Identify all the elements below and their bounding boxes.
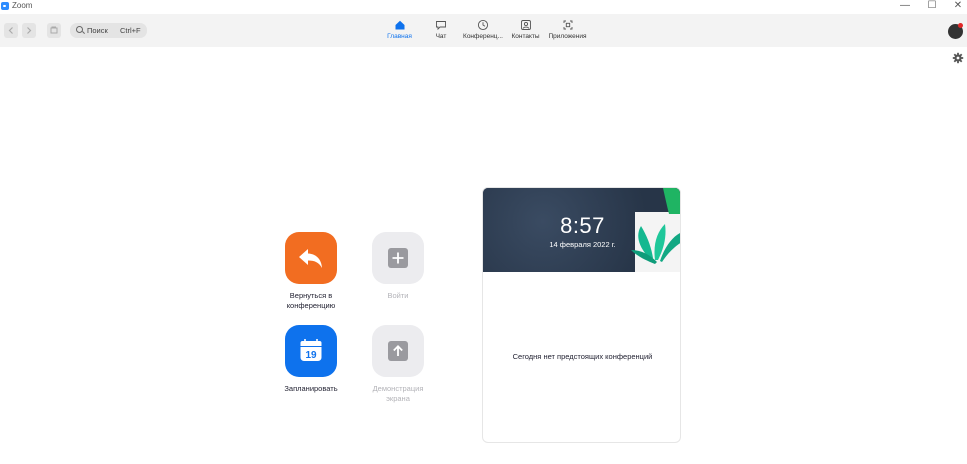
window-title: Zoom [12, 1, 33, 10]
join-button[interactable]: Войти [365, 232, 431, 301]
calendar-day: 19 [305, 350, 317, 361]
tab-meetings[interactable]: Конференц... [460, 17, 506, 45]
search-icon [76, 26, 83, 33]
search-input[interactable]: Поиск Ctrl+F [70, 23, 147, 38]
tab-label: Чат [435, 33, 447, 40]
plus-icon [388, 248, 408, 268]
search-placeholder: Поиск [87, 26, 108, 35]
history-button[interactable] [47, 23, 61, 38]
chevron-left-icon [8, 27, 13, 34]
plant-decoration-icon [631, 188, 680, 272]
no-meetings-message: Сегодня нет предстоящих конференций [512, 352, 653, 361]
share-tile[interactable] [372, 325, 424, 377]
top-toolbar: Поиск Ctrl+F Главная Чат Конференц... Ко… [0, 14, 967, 47]
clock-header: 8:57 14 февраля 2022 г. [483, 188, 680, 272]
close-button[interactable]: ✕ [945, 0, 967, 14]
share-label: Демонстрация экрана [372, 384, 424, 403]
return-tile[interactable] [285, 232, 337, 284]
schedule-label: Запланировать [284, 384, 338, 393]
tab-label: Контакты [511, 33, 540, 40]
return-to-meeting-button[interactable]: Вернуться в конференцию [278, 232, 344, 310]
contacts-icon [520, 20, 531, 30]
apps-icon [563, 20, 572, 30]
clock-icon [477, 19, 489, 31]
chat-icon [436, 21, 446, 31]
zoom-logo-icon [1, 2, 9, 10]
search-shortcut: Ctrl+F [120, 26, 141, 35]
minimize-button[interactable]: — [892, 0, 918, 14]
join-label: Войти [387, 291, 409, 300]
history-icon [50, 26, 58, 34]
tab-contacts[interactable]: Контакты [508, 17, 543, 45]
return-arrow-icon [299, 249, 322, 268]
calendar-icon: 19 [300, 339, 322, 361]
tab-label: Конференц... [463, 33, 503, 40]
title-bar: Zoom — ☐ ✕ [0, 0, 967, 14]
tab-chat[interactable]: Чат [427, 17, 455, 45]
schedule-button[interactable]: 19 Запланировать [278, 325, 344, 394]
join-tile[interactable] [372, 232, 424, 284]
notification-badge [958, 23, 963, 28]
tab-label: Главная [387, 33, 412, 40]
return-label: Вернуться в конференцию [286, 291, 336, 310]
schedule-tile[interactable]: 19 [285, 325, 337, 377]
home-icon [395, 20, 404, 30]
upcoming-meetings-card: 8:57 14 февраля 2022 г. Сегодня нет пред… [482, 187, 681, 443]
gear-icon[interactable] [952, 52, 964, 64]
maximize-button[interactable]: ☐ [919, 0, 945, 14]
tab-label: Приложения [548, 33, 587, 40]
share-up-arrow-icon [388, 341, 408, 361]
tab-apps[interactable]: Приложения [545, 17, 590, 45]
chevron-right-icon [27, 27, 32, 34]
back-button[interactable] [4, 23, 18, 38]
tab-home[interactable]: Главная [383, 17, 416, 45]
forward-button[interactable] [22, 23, 36, 38]
share-screen-button[interactable]: Демонстрация экрана [365, 325, 431, 403]
